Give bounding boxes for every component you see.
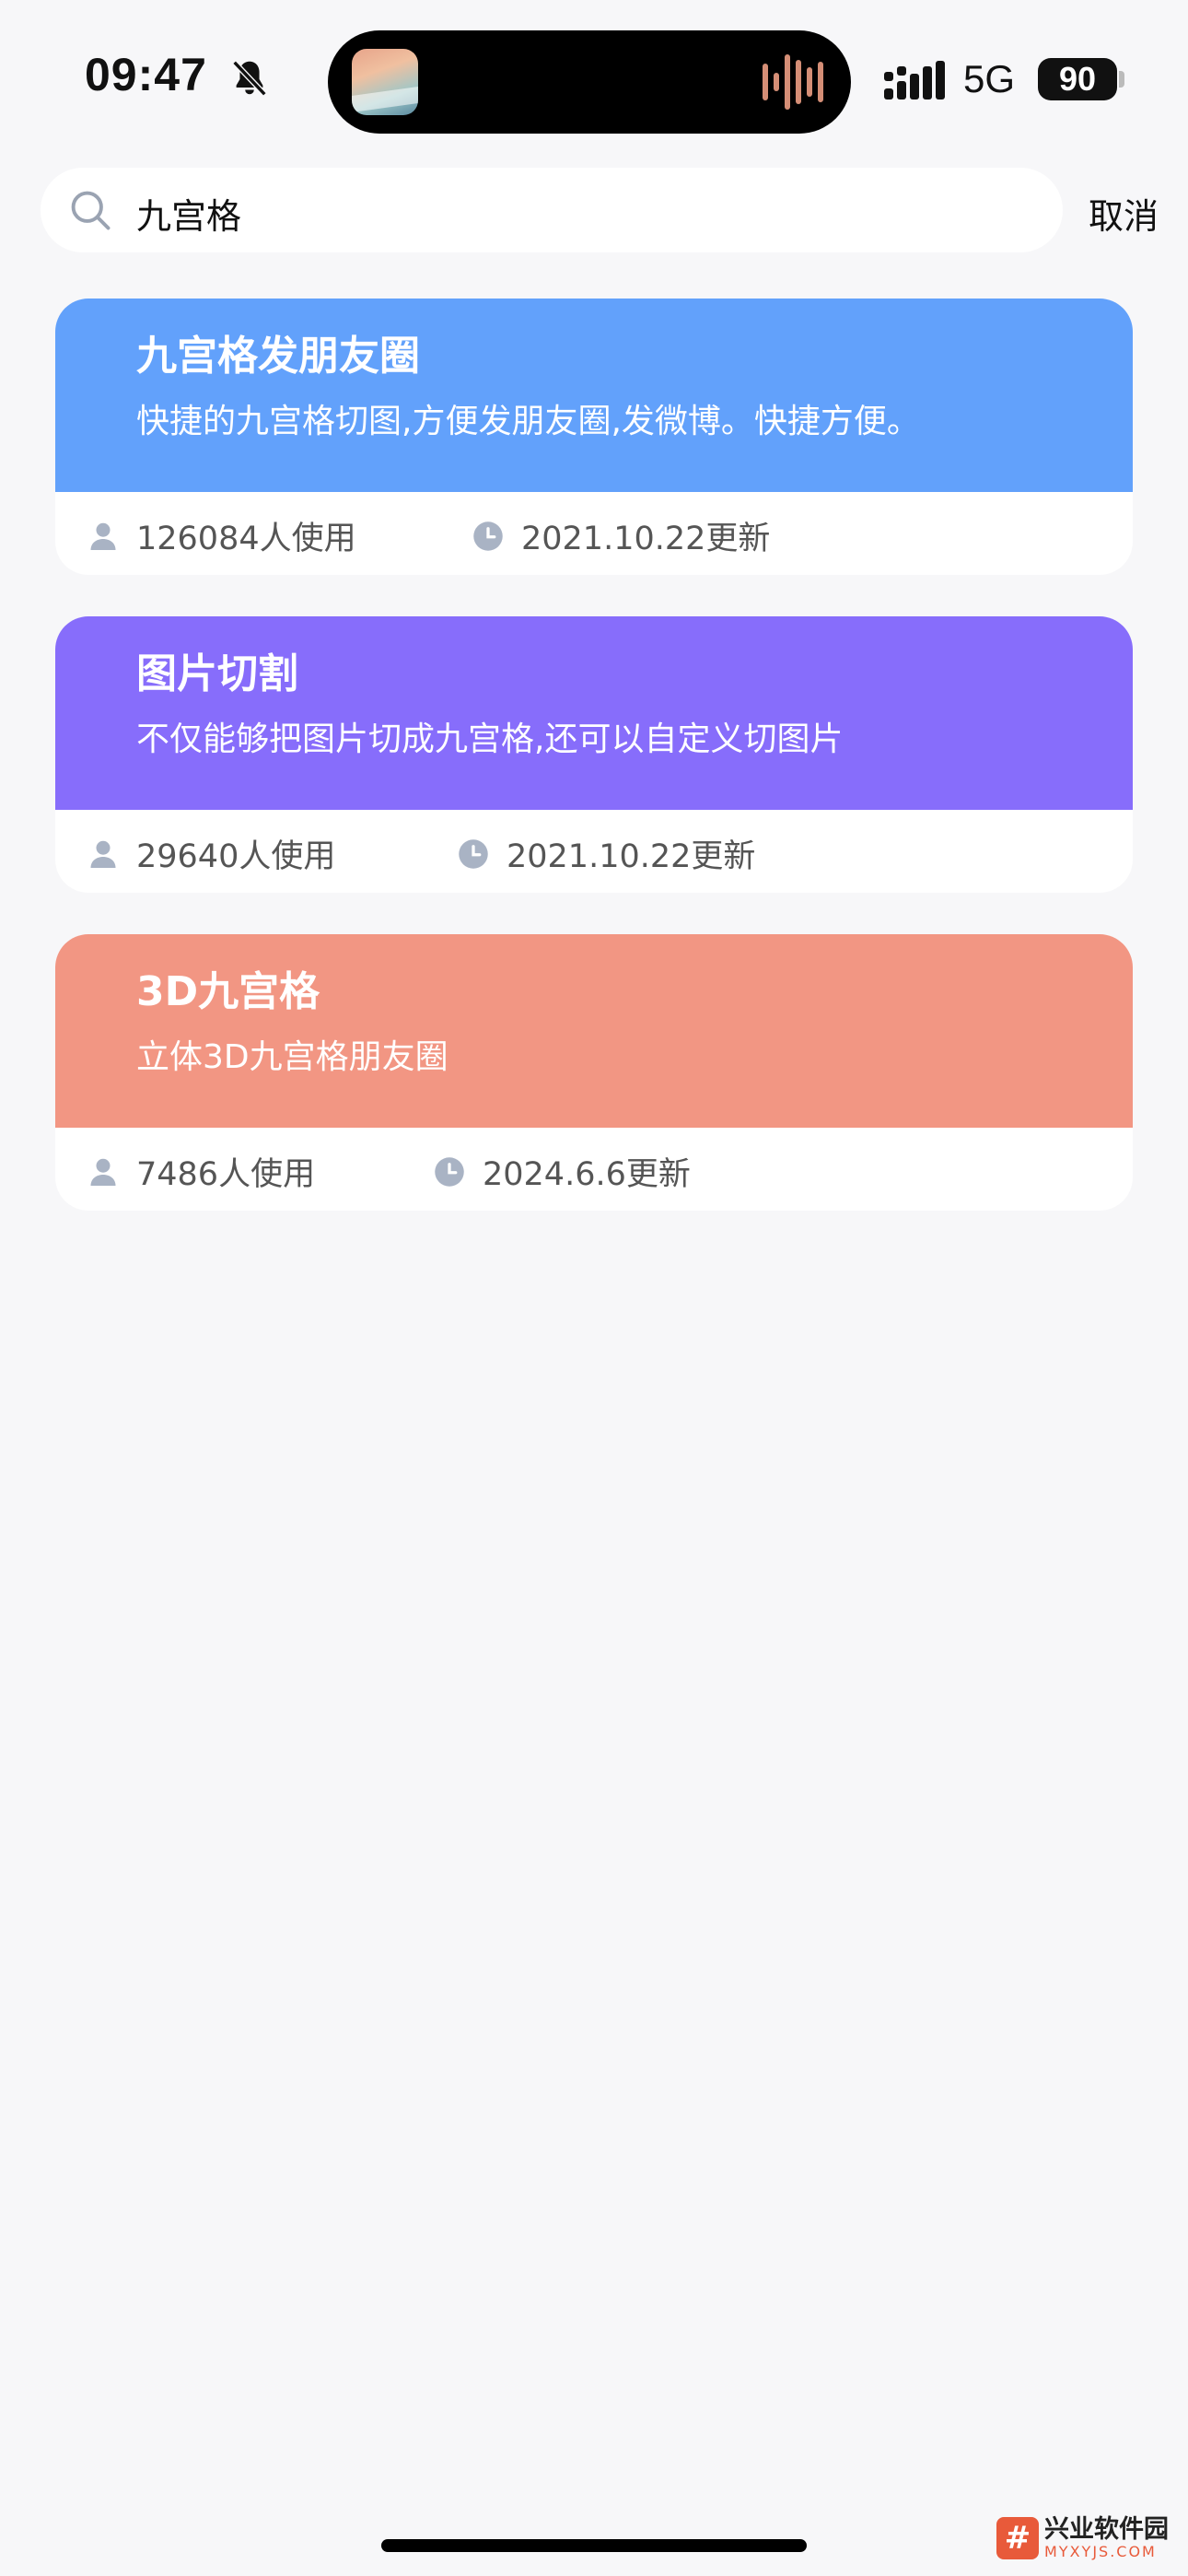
watermark-text: 兴业软件园 MYXYJS.COM bbox=[1044, 2516, 1169, 2560]
update-date: 2021.10.22更新 bbox=[457, 830, 755, 877]
search-input[interactable]: 九宫格 bbox=[41, 168, 1063, 252]
update-date-text: 2021.10.22更新 bbox=[521, 521, 771, 557]
clock-icon bbox=[459, 838, 488, 869]
user-icon bbox=[90, 1158, 116, 1186]
home-indicator[interactable] bbox=[381, 2539, 807, 2552]
card-footer: 126084人使用 2021.10.22更新 bbox=[55, 492, 1133, 575]
search-icon bbox=[71, 191, 111, 230]
card-header[interactable]: 九宫格发朋友圈 快捷的九宫格切图,方便发朋友圈,发微博。快捷方便。 bbox=[55, 299, 1133, 492]
watermark-domain: MYXYJS.COM bbox=[1044, 2543, 1157, 2560]
bell-slash-icon bbox=[232, 60, 267, 97]
update-date: 2024.6.6更新 bbox=[433, 1148, 691, 1195]
card-title: 九宫格发朋友圈 bbox=[136, 333, 420, 380]
usage-count-text: 7486人使用 bbox=[136, 1156, 316, 1193]
card-title: 图片切割 bbox=[136, 650, 298, 697]
usage-count: 7486人使用 bbox=[87, 1148, 315, 1195]
search-query[interactable]: 九宫格 bbox=[136, 188, 241, 239]
now-playing-art[interactable] bbox=[352, 49, 418, 115]
card-description: 不仅能够把图片切成九宫格,还可以自定义切图片 bbox=[136, 720, 844, 758]
card-title: 3D九宫格 bbox=[136, 968, 320, 1015]
clock-icon bbox=[435, 1156, 464, 1187]
card-footer: 29640人使用 2021.10.22更新 bbox=[55, 810, 1133, 893]
waveform-icon bbox=[763, 54, 823, 110]
watermark: # 兴业软件园 MYXYJS.COM bbox=[996, 2508, 1181, 2569]
card-footer: 7486人使用 2024.6.6更新 bbox=[55, 1128, 1133, 1211]
watermark-logo-icon: # bbox=[996, 2517, 1039, 2559]
result-card[interactable]: 九宫格发朋友圈 快捷的九宫格切图,方便发朋友圈,发微博。快捷方便。 126084… bbox=[55, 299, 1133, 575]
screen: 09:47 5G 90 九宫格 取消 九宫格发朋友圈 快捷的九宫格切图,方便发朋… bbox=[0, 0, 1188, 2576]
watermark-name: 兴业软件园 bbox=[1044, 2515, 1169, 2544]
update-date: 2021.10.22更新 bbox=[472, 512, 770, 559]
signal-icon bbox=[884, 61, 945, 100]
cancel-button[interactable]: 取消 bbox=[1089, 188, 1159, 239]
usage-count-text: 126084人使用 bbox=[136, 521, 356, 557]
network-type: 5G bbox=[963, 57, 1016, 100]
update-date-text: 2024.6.6更新 bbox=[483, 1156, 691, 1193]
card-description: 快捷的九宫格切图,方便发朋友圈,发微博。快捷方便。 bbox=[136, 403, 920, 440]
dynamic-island[interactable] bbox=[328, 30, 851, 134]
status-bar: 09:47 5G 90 bbox=[0, 0, 1188, 147]
usage-count: 126084人使用 bbox=[87, 512, 356, 559]
status-time: 09:47 bbox=[85, 49, 207, 100]
card-description: 立体3D九宫格朋友圈 bbox=[136, 1038, 448, 1076]
card-header[interactable]: 3D九宫格 立体3D九宫格朋友圈 bbox=[55, 934, 1133, 1128]
card-header[interactable]: 图片切割 不仅能够把图片切成九宫格,还可以自定义切图片 bbox=[55, 616, 1133, 810]
battery-indicator: 90 bbox=[1038, 58, 1117, 100]
update-date-text: 2021.10.22更新 bbox=[507, 838, 756, 875]
user-icon bbox=[90, 522, 116, 550]
result-card[interactable]: 图片切割 不仅能够把图片切成九宫格,还可以自定义切图片 29640人使用 202… bbox=[55, 616, 1133, 893]
user-icon bbox=[90, 840, 116, 868]
clock-icon bbox=[473, 521, 503, 551]
result-card[interactable]: 3D九宫格 立体3D九宫格朋友圈 7486人使用 2024.6.6更新 bbox=[55, 934, 1133, 1211]
usage-count: 29640人使用 bbox=[87, 830, 335, 877]
battery-cap bbox=[1119, 71, 1124, 88]
usage-count-text: 29640人使用 bbox=[136, 838, 336, 875]
